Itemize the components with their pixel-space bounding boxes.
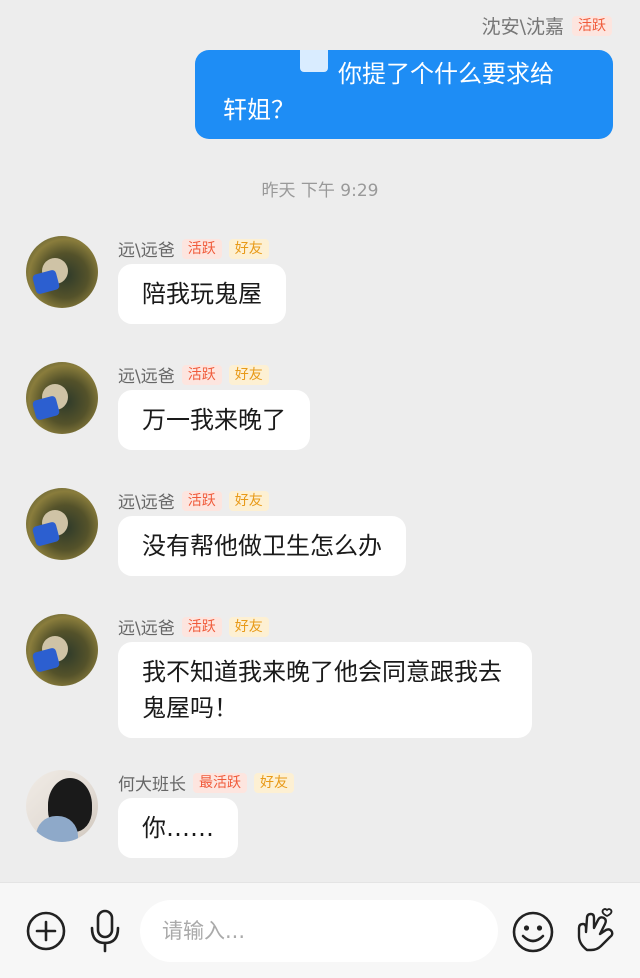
finger-heart-icon[interactable] — [572, 905, 618, 957]
sender-name[interactable]: 远\远爸 — [118, 614, 175, 639]
plus-circle-icon[interactable] — [24, 909, 68, 953]
avatar[interactable] — [26, 236, 98, 308]
sender-name[interactable]: 远\远爸 — [118, 488, 175, 513]
most-active-badge: 最活跃 — [193, 772, 247, 793]
active-badge: 活跃 — [572, 15, 612, 36]
message-input[interactable]: 请输入... — [140, 900, 498, 962]
active-badge: 活跃 — [181, 238, 222, 259]
incoming-message-bubble[interactable]: 你…… — [118, 798, 238, 858]
message-meta: 远\远爸 活跃 好友 — [118, 362, 269, 387]
message-meta: 远\远爸 活跃 好友 — [118, 236, 269, 261]
outgoing-message-line1: 你提了个什么要求给 — [338, 60, 554, 88]
outgoing-message-bubble[interactable]: 你提了个什么要求给 轩姐？ — [195, 50, 613, 139]
active-badge: 活跃 — [181, 490, 222, 511]
friend-badge: 好友 — [228, 238, 269, 259]
avatar[interactable] — [26, 614, 98, 686]
incoming-message-bubble[interactable]: 我不知道我来晚了他会同意跟我去鬼屋吗！ — [118, 642, 532, 738]
unread-blip-marker — [300, 50, 328, 72]
friend-badge: 好友 — [254, 772, 294, 793]
timestamp: 昨天 下午 9:29 — [261, 181, 379, 201]
message-meta: 何大班长 最活跃 好友 — [118, 770, 294, 795]
microphone-icon[interactable] — [84, 907, 126, 955]
input-bar: 请输入... — [0, 882, 640, 978]
sender-name[interactable]: 沈安\沈嘉 — [482, 12, 564, 39]
friend-badge: 好友 — [228, 364, 269, 385]
sender-name[interactable]: 远\远爸 — [118, 236, 175, 261]
sender-name[interactable]: 何大班长 — [118, 770, 186, 795]
incoming-message-bubble[interactable]: 没有帮他做卫生怎么办 — [118, 516, 406, 576]
active-badge: 活跃 — [181, 616, 222, 637]
avatar[interactable] — [26, 770, 98, 842]
sender-name[interactable]: 远\远爸 — [118, 362, 175, 387]
avatar[interactable] — [26, 488, 98, 560]
chat-area: 沈安\沈嘉 活跃 你提了个什么要求给 轩姐？ 昨天 下午 9:29 远\远爸 活… — [0, 0, 640, 882]
incoming-message-bubble[interactable]: 陪我玩鬼屋 — [118, 264, 286, 324]
message-meta: 远\远爸 活跃 好友 — [118, 488, 269, 513]
active-badge: 活跃 — [181, 364, 222, 385]
message-meta: 远\远爸 活跃 好友 — [118, 614, 269, 639]
outgoing-sender-row: 沈安\沈嘉 活跃 — [482, 12, 612, 39]
avatar[interactable] — [26, 362, 98, 434]
incoming-message-bubble[interactable]: 万一我来晚了 — [118, 390, 310, 450]
outgoing-message-line2: 轩姐？ — [223, 96, 295, 124]
friend-badge: 好友 — [228, 490, 269, 511]
smiley-icon[interactable] — [510, 909, 556, 955]
friend-badge: 好友 — [228, 616, 269, 637]
